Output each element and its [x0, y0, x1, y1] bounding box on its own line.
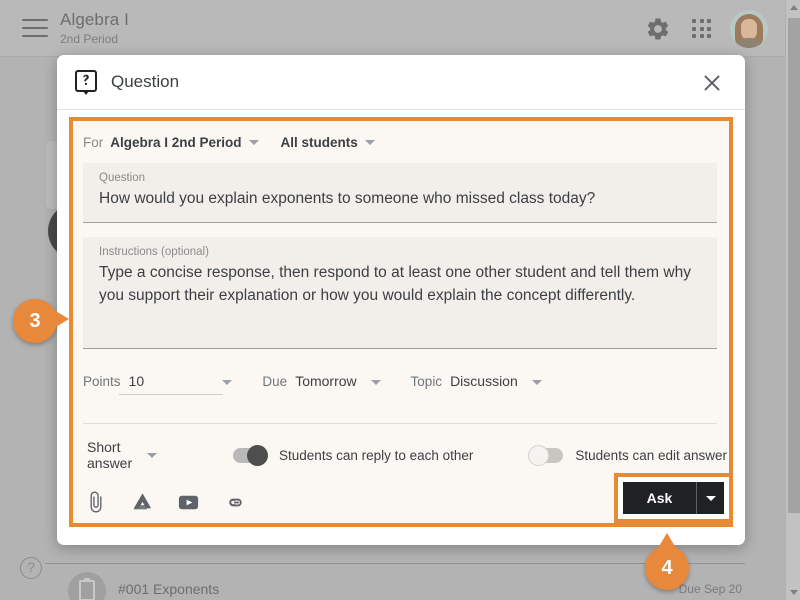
ask-button-group: Ask	[623, 482, 724, 514]
dialog-title: Question	[111, 72, 180, 91]
question-input-value: How would you explain exponents to someo…	[99, 190, 596, 207]
class-selector[interactable]: Algebra I 2nd Period	[110, 134, 259, 150]
reply-toggle-label: Students can reply to each other	[279, 447, 474, 463]
audience-row: For Algebra I 2nd Period All students	[83, 129, 397, 155]
gear-icon[interactable]	[645, 16, 671, 42]
app-screen: Algebra I 2nd Period ? #001 Exponents Du…	[0, 0, 800, 600]
paperclip-icon[interactable]	[83, 489, 109, 515]
ask-button[interactable]: Ask	[623, 482, 696, 514]
divider	[45, 563, 745, 564]
points-label: Points	[83, 373, 121, 389]
meta-row: Points 10 Due Tomorrow Topic Discussion	[83, 367, 572, 395]
students-selector-label: All students	[280, 134, 358, 150]
scroll-thumb[interactable]	[788, 18, 800, 513]
topic-group: Topic Discussion	[411, 373, 542, 389]
chevron-down-icon	[364, 139, 375, 145]
for-label: For	[83, 134, 104, 150]
reply-toggle[interactable]	[233, 444, 269, 466]
instructions-input-value: Type a concise response, then respond to…	[99, 264, 691, 304]
points-value: 10	[128, 373, 145, 389]
chevron-down-icon	[248, 139, 259, 145]
topic-label: Topic	[410, 373, 443, 389]
scroll-up-arrow[interactable]	[786, 0, 800, 15]
due-group: Due Tomorrow	[262, 373, 381, 389]
vertical-scrollbar[interactable]	[785, 0, 800, 600]
points-selector[interactable]: 10	[129, 373, 233, 389]
google-drive-icon[interactable]	[129, 489, 155, 515]
stream-item-title[interactable]: #001 Exponents	[118, 581, 219, 597]
answer-type-label: Short answer	[87, 439, 133, 471]
topic-selector[interactable]: Discussion	[450, 373, 542, 389]
link-icon[interactable]	[221, 489, 247, 515]
dialog-header: Question	[57, 55, 745, 110]
question-dialog: Question For Algebra I 2nd Period All st…	[57, 55, 745, 545]
chevron-down-icon	[222, 379, 233, 385]
question-bubble-icon	[74, 70, 98, 96]
top-app-bar: Algebra I 2nd Period	[0, 0, 785, 57]
close-icon[interactable]	[700, 71, 724, 95]
points-group: Points 10	[83, 373, 233, 389]
points-underline	[119, 394, 223, 395]
page-title: Algebra I	[60, 10, 129, 29]
instructions-input-label: Instructions (optional)	[99, 246, 209, 258]
question-input-label: Question	[99, 172, 146, 184]
question-form-highlight: For Algebra I 2nd Period All students Qu…	[69, 117, 733, 527]
topic-value: Discussion	[450, 373, 518, 389]
youtube-icon[interactable]	[175, 489, 201, 515]
assignment-clipboard-icon	[68, 572, 106, 600]
question-input[interactable]: Question How would you explain exponents…	[83, 163, 717, 223]
due-label: Due	[262, 373, 288, 389]
edit-answer-toggle-label: Students can edit answer	[575, 447, 727, 463]
scroll-down-arrow[interactable]	[786, 585, 800, 600]
answer-type-selector[interactable]: Short answer	[87, 439, 158, 471]
hamburger-icon[interactable]	[22, 19, 48, 37]
options-row: Short answer Students can reply to each …	[83, 435, 727, 475]
divider	[57, 109, 745, 110]
course-section-label: 2nd Period	[60, 32, 119, 46]
apps-grid-icon[interactable]	[691, 18, 713, 40]
chevron-down-icon	[705, 495, 716, 501]
due-value: Tomorrow	[295, 373, 357, 389]
chevron-down-icon	[370, 379, 381, 385]
edit-answer-toggle[interactable]	[528, 444, 564, 466]
chevron-down-icon	[147, 452, 158, 458]
students-selector[interactable]: All students	[281, 135, 375, 150]
help-circle-icon[interactable]: ?	[20, 557, 42, 579]
class-selector-label: Algebra I 2nd Period	[110, 134, 242, 150]
callout-badge-3: 3	[13, 299, 69, 343]
avatar[interactable]	[730, 10, 768, 48]
divider	[83, 423, 717, 424]
due-selector[interactable]: Tomorrow	[295, 373, 381, 389]
chevron-down-icon	[531, 379, 542, 385]
instructions-input[interactable]: Instructions (optional) Type a concise r…	[83, 237, 717, 349]
callout-badge-4: 4	[645, 533, 689, 590]
ask-button-highlight: Ask	[614, 473, 733, 523]
ask-dropdown-button[interactable]	[696, 482, 724, 514]
stream-item-due: Due Sep 20	[678, 582, 742, 596]
